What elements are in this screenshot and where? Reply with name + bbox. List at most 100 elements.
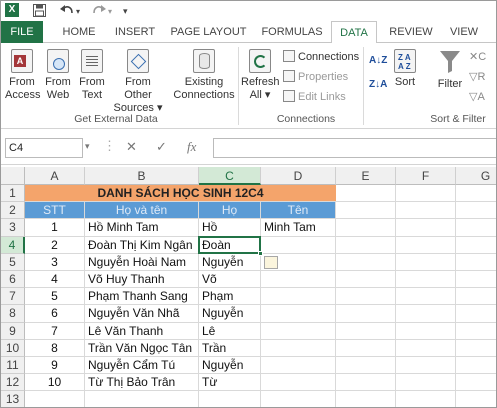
cell-b10[interactable]: Trần Văn Ngọc Tân [85,339,199,357]
cell-a3[interactable]: 1 [25,219,85,237]
tab-home[interactable]: HOME [53,21,105,43]
cell-e2[interactable] [336,202,396,220]
tab-data[interactable]: DATA [331,21,377,44]
cell-c12[interactable]: Từ [199,374,261,392]
cell-e9[interactable] [336,322,396,340]
cell-g5[interactable] [456,254,496,271]
cell-g10[interactable] [456,340,496,357]
cell-e13[interactable] [336,391,396,407]
cell-a8[interactable]: 6 [25,305,85,323]
cell-g4[interactable] [456,237,496,254]
cell-c5[interactable]: Nguyễn [199,253,261,271]
save-icon[interactable] [33,4,46,17]
cell-e12[interactable] [336,374,396,392]
cell-b7[interactable]: Phạm Thanh Sang [85,288,199,306]
cell-g9[interactable] [456,323,496,340]
cancel-icon[interactable]: ✕ [126,139,137,155]
cell-d4[interactable] [261,236,336,254]
cell-f12[interactable] [396,374,456,392]
cell-b13[interactable] [85,391,199,407]
row-header-1[interactable]: 1 [1,185,25,203]
cell-f2[interactable] [396,202,456,220]
row-header-2[interactable]: 2 [1,202,25,220]
cell-g3[interactable] [456,219,496,237]
row-header-12[interactable]: 12 [1,374,25,392]
name-box[interactable]: C4 [5,138,83,158]
edit-links-button[interactable]: Edit Links [283,89,346,105]
cell-c9[interactable]: Lê [199,322,261,340]
cell-e3[interactable] [336,219,396,237]
column-header-a[interactable]: A [25,167,85,185]
formula-input[interactable] [213,138,496,158]
cell-g7[interactable] [456,288,496,306]
cell-f8[interactable] [396,305,456,323]
row-header-9[interactable]: 9 [1,322,25,340]
undo-icon[interactable] [59,4,75,16]
cell-g13[interactable] [456,391,496,407]
tab-review[interactable]: REVIEW [383,21,439,43]
cell-b8[interactable]: Nguyễn Văn Nhã [85,305,199,323]
from-web-button[interactable]: From Web [43,49,73,102]
undo-dropdown-icon[interactable]: ▾ [76,5,80,19]
header-cell[interactable]: Họ và tên [85,202,199,220]
cell-a10[interactable]: 8 [25,339,85,357]
connections-button[interactable]: Connections [283,49,359,65]
cell-d11[interactable] [261,357,336,375]
flash-fill-options-icon[interactable] [264,255,278,269]
cell-f5[interactable] [396,253,456,271]
column-header-c[interactable]: C [199,167,261,185]
row-header-7[interactable]: 7 [1,288,25,306]
fill-handle[interactable] [258,250,263,256]
select-all-corner[interactable] [1,167,25,185]
cell-g2[interactable] [456,202,496,220]
header-cell[interactable]: STT [25,202,85,220]
reapply-filter-icon[interactable]: ▽R [469,69,485,85]
cell-a13[interactable] [25,391,85,407]
cell-f11[interactable] [396,357,456,375]
cell-f13[interactable] [396,391,456,407]
cell-b4[interactable]: Đoàn Thị Kim Ngân [85,236,199,254]
column-header-b[interactable]: B [85,167,199,185]
cell-c10[interactable]: Trần [199,339,261,357]
cell-d8[interactable] [261,305,336,323]
redo-dropdown-icon[interactable]: ▾ [108,5,112,19]
row-header-3[interactable]: 3 [1,219,25,237]
enter-icon[interactable]: ✓ [156,139,167,155]
formula-bar-grip-icon[interactable]: ⋮ [103,138,116,154]
cell-e7[interactable] [336,288,396,306]
excel-app-icon[interactable]: X [5,3,19,17]
cell-f4[interactable] [396,236,456,254]
from-other-sources-button[interactable]: From Other Sources ▾ [110,49,166,115]
row-header-4[interactable]: 4 [1,236,25,254]
column-header-g[interactable]: G [456,167,496,185]
tab-view[interactable]: VIEW [444,21,484,43]
sort-button[interactable]: Z AA Z Sort [391,49,419,89]
cell-f9[interactable] [396,322,456,340]
cell-a5[interactable]: 3 [25,253,85,271]
cell-d6[interactable] [261,271,336,289]
cell-d7[interactable] [261,288,336,306]
cell-e4[interactable] [336,236,396,254]
filter-button[interactable]: Filter [435,49,465,91]
sort-za-button[interactable]: Z↓A [369,77,387,93]
active-cell-c4[interactable] [198,235,261,254]
row-header-6[interactable]: 6 [1,271,25,289]
cell-a12[interactable]: 10 [25,374,85,392]
cell-b5[interactable]: Nguyễn Hoài Nam [85,253,199,271]
tab-file[interactable]: FILE [1,21,43,43]
cell-e10[interactable] [336,339,396,357]
row-header-10[interactable]: 10 [1,339,25,357]
row-header-11[interactable]: 11 [1,357,25,375]
cell-d13[interactable] [261,391,336,407]
cell-c3[interactable]: Hồ [199,219,261,237]
cell-f3[interactable] [396,219,456,237]
cell-c8[interactable]: Nguyễn [199,305,261,323]
cell-c6[interactable]: Võ [199,271,261,289]
column-header-d[interactable]: D [261,167,336,185]
cell-a9[interactable]: 7 [25,322,85,340]
cell-e5[interactable] [336,253,396,271]
cell-c7[interactable]: Phạm [199,288,261,306]
cell-g6[interactable] [456,271,496,289]
cell-b11[interactable]: Nguyễn Cẩm Tú [85,357,199,375]
tab-page-layout[interactable]: PAGE LAYOUT [166,21,251,43]
